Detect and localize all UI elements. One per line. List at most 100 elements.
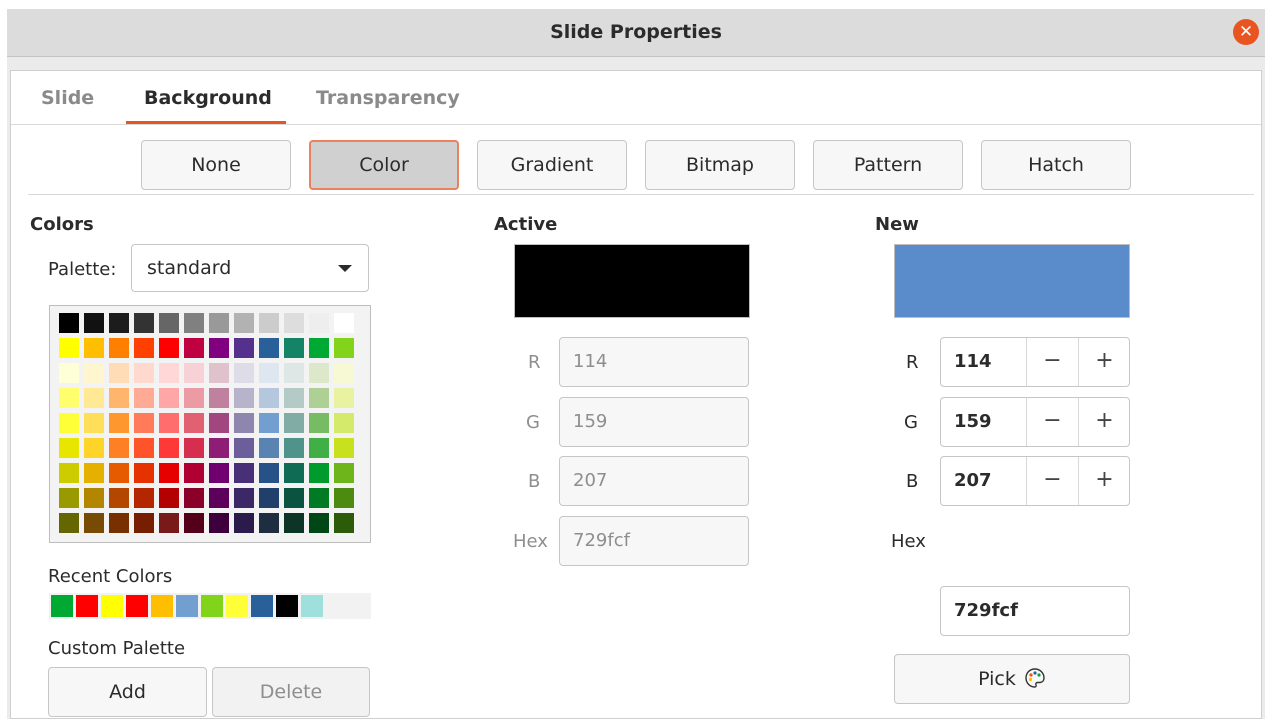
- delete-button[interactable]: Delete: [212, 667, 370, 717]
- color-swatch[interactable]: [59, 338, 79, 358]
- new-b-stepper[interactable]: 207 − +: [940, 456, 1130, 506]
- recent-color-swatch[interactable]: [76, 595, 98, 617]
- recent-color-swatch[interactable]: [51, 595, 73, 617]
- color-swatch[interactable]: [334, 488, 354, 508]
- fill-gradient-button[interactable]: Gradient: [477, 140, 627, 190]
- decrement-r-button[interactable]: −: [1026, 338, 1078, 386]
- color-swatch[interactable]: [159, 438, 179, 458]
- recent-color-swatch[interactable]: [201, 595, 223, 617]
- pick-button[interactable]: Pick: [894, 654, 1130, 704]
- color-swatch[interactable]: [259, 338, 279, 358]
- color-swatch[interactable]: [259, 463, 279, 483]
- color-swatch[interactable]: [109, 488, 129, 508]
- color-swatch[interactable]: [309, 338, 329, 358]
- color-swatch[interactable]: [284, 463, 304, 483]
- color-swatch[interactable]: [334, 338, 354, 358]
- color-swatch[interactable]: [84, 488, 104, 508]
- new-hex-input[interactable]: 729fcf: [940, 586, 1130, 636]
- color-swatch[interactable]: [59, 413, 79, 433]
- add-button[interactable]: Add: [48, 667, 207, 717]
- color-swatch[interactable]: [134, 338, 154, 358]
- color-swatch[interactable]: [159, 338, 179, 358]
- color-swatch[interactable]: [309, 438, 329, 458]
- color-swatch[interactable]: [184, 338, 204, 358]
- color-swatch[interactable]: [259, 488, 279, 508]
- color-swatch[interactable]: [259, 388, 279, 408]
- color-swatch[interactable]: [209, 413, 229, 433]
- color-swatch[interactable]: [234, 513, 254, 533]
- color-swatch[interactable]: [309, 363, 329, 383]
- color-swatch[interactable]: [184, 438, 204, 458]
- color-swatch[interactable]: [184, 513, 204, 533]
- color-swatch[interactable]: [84, 513, 104, 533]
- color-swatch[interactable]: [259, 363, 279, 383]
- color-swatch[interactable]: [184, 463, 204, 483]
- color-swatch[interactable]: [234, 338, 254, 358]
- color-swatch[interactable]: [209, 513, 229, 533]
- color-swatch[interactable]: [284, 438, 304, 458]
- color-swatch[interactable]: [134, 463, 154, 483]
- tab-slide[interactable]: Slide: [41, 87, 94, 109]
- color-swatch[interactable]: [234, 413, 254, 433]
- color-swatch[interactable]: [134, 438, 154, 458]
- color-swatch[interactable]: [284, 313, 304, 333]
- color-swatch[interactable]: [159, 363, 179, 383]
- color-swatch[interactable]: [159, 388, 179, 408]
- color-swatch[interactable]: [334, 313, 354, 333]
- color-swatch[interactable]: [59, 488, 79, 508]
- color-swatch[interactable]: [84, 338, 104, 358]
- color-swatch[interactable]: [234, 438, 254, 458]
- tab-background[interactable]: Background: [144, 87, 272, 109]
- color-swatch[interactable]: [134, 363, 154, 383]
- color-swatch[interactable]: [334, 363, 354, 383]
- color-swatch[interactable]: [159, 488, 179, 508]
- close-icon[interactable]: ✕: [1233, 19, 1259, 45]
- color-swatch[interactable]: [184, 413, 204, 433]
- color-swatch[interactable]: [234, 488, 254, 508]
- recent-color-swatch[interactable]: [126, 595, 148, 617]
- recent-color-swatch[interactable]: [301, 595, 323, 617]
- color-swatch[interactable]: [109, 338, 129, 358]
- color-swatch[interactable]: [209, 338, 229, 358]
- color-swatch[interactable]: [234, 363, 254, 383]
- color-swatch[interactable]: [259, 313, 279, 333]
- fill-hatch-button[interactable]: Hatch: [981, 140, 1131, 190]
- color-swatch[interactable]: [134, 313, 154, 333]
- recent-color-swatch[interactable]: [276, 595, 298, 617]
- increment-r-button[interactable]: +: [1078, 338, 1130, 386]
- color-swatch[interactable]: [159, 463, 179, 483]
- new-g-stepper[interactable]: 159 − +: [940, 397, 1130, 447]
- color-swatch[interactable]: [334, 513, 354, 533]
- color-swatch[interactable]: [309, 313, 329, 333]
- color-swatch[interactable]: [184, 313, 204, 333]
- color-swatch[interactable]: [84, 438, 104, 458]
- color-swatch[interactable]: [59, 438, 79, 458]
- color-swatch[interactable]: [109, 513, 129, 533]
- color-swatch[interactable]: [284, 338, 304, 358]
- color-swatch[interactable]: [134, 488, 154, 508]
- color-swatch[interactable]: [334, 438, 354, 458]
- color-swatch[interactable]: [159, 413, 179, 433]
- color-swatch[interactable]: [284, 413, 304, 433]
- color-swatch[interactable]: [109, 388, 129, 408]
- color-swatch[interactable]: [334, 413, 354, 433]
- decrement-b-button[interactable]: −: [1026, 457, 1078, 505]
- decrement-g-button[interactable]: −: [1026, 398, 1078, 446]
- new-r-stepper[interactable]: 114 − +: [940, 337, 1130, 387]
- color-swatch[interactable]: [209, 363, 229, 383]
- color-swatch[interactable]: [159, 313, 179, 333]
- color-swatch[interactable]: [109, 363, 129, 383]
- increment-b-button[interactable]: +: [1078, 457, 1130, 505]
- fill-none-button[interactable]: None: [141, 140, 291, 190]
- color-swatch[interactable]: [184, 363, 204, 383]
- color-swatch[interactable]: [284, 513, 304, 533]
- color-swatch[interactable]: [84, 363, 104, 383]
- recent-color-swatch[interactable]: [326, 595, 348, 617]
- tab-transparency[interactable]: Transparency: [316, 87, 460, 109]
- color-swatch[interactable]: [209, 388, 229, 408]
- color-swatch[interactable]: [109, 413, 129, 433]
- color-swatch[interactable]: [309, 413, 329, 433]
- recent-color-swatch[interactable]: [176, 595, 198, 617]
- color-swatch[interactable]: [134, 388, 154, 408]
- color-swatch[interactable]: [259, 413, 279, 433]
